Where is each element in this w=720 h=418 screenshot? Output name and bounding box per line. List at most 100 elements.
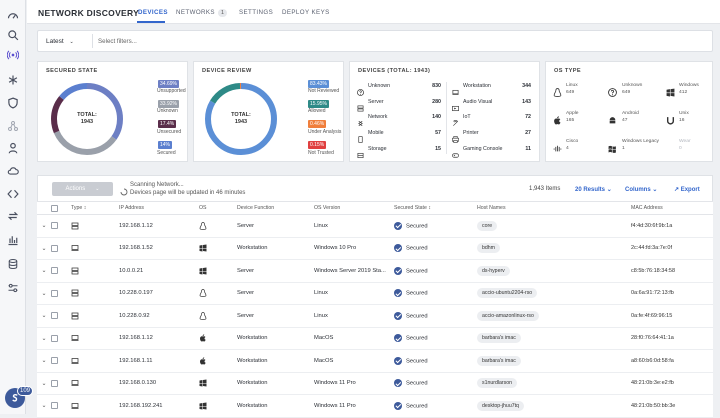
expand-row-toggle[interactable]: ⌄ <box>37 372 48 395</box>
host-name-pill[interactable]: barbara's imac <box>477 355 521 366</box>
table-row[interactable]: ⌄ 10.228.0.92 Server Linux Secured accio-amaz… <box>37 304 713 328</box>
checkbox[interactable] <box>51 244 58 252</box>
column-header-ip-address[interactable]: IP Address <box>116 201 196 215</box>
row-select[interactable] <box>48 304 68 328</box>
cell-device-function: Server <box>234 259 311 283</box>
row-select[interactable] <box>48 349 68 373</box>
chevron-down-icon[interactable]: ⌄ <box>40 380 48 387</box>
tab-settings[interactable]: SETTINGS <box>239 9 273 16</box>
host-name-pill[interactable]: core <box>477 220 498 231</box>
expand-row-toggle[interactable]: ⌄ <box>37 349 48 373</box>
column-header-secured-state[interactable]: Secured State ↕ <box>391 201 474 215</box>
expand-row-toggle[interactable]: ⌄ <box>37 327 48 350</box>
shield-icon[interactable] <box>5 95 21 111</box>
chevron-down-icon[interactable]: ⌄ <box>40 290 48 297</box>
column-header-os-version[interactable]: OS Version <box>311 201 391 215</box>
cloud-icon[interactable] <box>5 163 21 179</box>
column-header-host-names[interactable]: Host Names <box>474 201 628 215</box>
row-select[interactable] <box>48 372 68 395</box>
host-name-pill[interactable]: desktop-jhuu7tq <box>477 400 524 411</box>
host-name-pill[interactable]: bdhm <box>477 243 500 254</box>
expand-row-toggle[interactable]: ⌄ <box>37 282 48 305</box>
checkbox[interactable] <box>51 402 58 410</box>
results-per-page-dropdown[interactable]: 20 Results ⌄ <box>575 186 612 193</box>
workstation-icon <box>71 402 79 410</box>
filter-input[interactable]: Select filters... <box>98 38 137 45</box>
network-discovery-icon[interactable] <box>5 47 21 63</box>
column-header-type[interactable]: Type ↕ <box>68 201 116 215</box>
database-icon[interactable] <box>5 256 21 272</box>
row-select[interactable] <box>48 237 68 260</box>
bar-chart-icon[interactable] <box>5 232 21 248</box>
expand-row-toggle[interactable]: ⌄ <box>37 214 48 238</box>
column-header-os[interactable]: OS <box>196 201 234 215</box>
table-row[interactable]: ⌄ 192.168.1.12 Server Linux Secured core f4:4d… <box>37 214 713 238</box>
checkbox[interactable] <box>51 267 58 275</box>
row-select[interactable] <box>48 214 68 238</box>
legend-pct: 14% <box>158 141 173 149</box>
chevron-down-icon[interactable]: ⌄ <box>40 312 48 319</box>
host-name-pill[interactable]: barbara's imac <box>477 333 521 344</box>
user-icon[interactable] <box>5 140 21 156</box>
checkbox[interactable] <box>51 222 58 230</box>
table-row[interactable]: ⌄ 192.168.0.130 Workstation Windows 11 Pro S… <box>37 372 713 395</box>
search-icon[interactable] <box>5 27 21 43</box>
table-row[interactable]: ⌄ 192.168.1.12 Workstation MacOS Secured barb… <box>37 327 713 350</box>
cell-type <box>68 259 116 283</box>
table-row[interactable]: ⌄ 192.168.1.11 Workstation MacOS Secured barb… <box>37 349 713 373</box>
gauge-icon[interactable] <box>5 8 21 24</box>
chevron-down-icon[interactable]: ⌄ <box>40 267 48 274</box>
device-type-count: 15 <box>435 146 441 152</box>
secured-state-label: Secured <box>406 335 428 342</box>
chevron-down-icon[interactable]: ⌄ <box>40 402 48 409</box>
table-row[interactable]: ⌄ 10.0.0.21 Server Windows Server 2019 Sta.… <box>37 259 713 283</box>
select-all-checkbox[interactable] <box>48 201 68 215</box>
filter-bar: Latest ⌄ Select filters... <box>37 30 713 52</box>
tab-devices[interactable]: DEVICES <box>138 9 168 16</box>
checkbox[interactable] <box>51 379 58 387</box>
secured-check-icon <box>394 266 402 275</box>
unknown-os-icon <box>608 84 617 97</box>
checkbox[interactable] <box>51 357 58 365</box>
os-item: Windows Legacy 1 <box>622 138 659 152</box>
column-header-device-function[interactable]: Device Function <box>234 201 311 215</box>
actions-label: Actions <box>65 186 86 192</box>
sync-icon[interactable] <box>5 208 21 224</box>
checkbox[interactable] <box>51 312 58 320</box>
chevron-down-icon[interactable]: ⌄ <box>40 222 48 229</box>
host-name-pill[interactable]: accio-amazonlinux-rso <box>477 310 539 321</box>
expand-row-toggle[interactable]: ⌄ <box>37 304 48 328</box>
actions-button[interactable]: Actions ⌄ <box>52 182 113 196</box>
tab-deploy-keys[interactable]: DEPLOY KEYS <box>282 9 330 16</box>
checkbox[interactable] <box>51 289 58 297</box>
row-select[interactable] <box>48 259 68 283</box>
secured-check-icon <box>394 356 402 365</box>
tab-networks[interactable]: NETWORKS 1 <box>176 9 228 17</box>
scope-dropdown[interactable]: Latest ⌄ <box>46 38 74 45</box>
host-name-pill[interactable]: s1nurdlarson <box>477 378 517 389</box>
device-type-label: Storage <box>368 146 387 152</box>
row-select[interactable] <box>48 282 68 305</box>
checkbox[interactable] <box>51 334 58 342</box>
asterisk-icon[interactable] <box>5 72 21 88</box>
chevron-down-icon[interactable]: ⌄ <box>40 357 48 364</box>
column-header-mac-address[interactable]: MAC Address <box>628 201 713 215</box>
export-button[interactable]: ↗ Export <box>674 186 700 193</box>
code-icon[interactable] <box>5 186 21 202</box>
row-select[interactable] <box>48 327 68 350</box>
secured-check-icon <box>394 334 402 343</box>
sliders-icon[interactable] <box>5 280 21 296</box>
chevron-down-icon[interactable]: ⌄ <box>40 245 48 252</box>
server-icon <box>71 222 79 230</box>
checkbox[interactable] <box>51 204 58 212</box>
card-title: SECURED STATE <box>46 68 98 74</box>
expand-row-toggle[interactable]: ⌄ <box>37 259 48 283</box>
chevron-down-icon[interactable]: ⌄ <box>40 335 48 342</box>
columns-dropdown[interactable]: Columns ⌄ <box>625 186 657 193</box>
table-row[interactable]: ⌄ 10.228.0.197 Server Linux Secured accio-ubu… <box>37 282 713 305</box>
graph-icon[interactable] <box>5 118 21 134</box>
host-name-pill[interactable]: accio-ubuntu2204-rso <box>477 288 538 299</box>
expand-row-toggle[interactable]: ⌄ <box>37 237 48 260</box>
table-row[interactable]: ⌄ 192.168.1.52 Workstation Windows 10 Pro Se… <box>37 237 713 260</box>
host-name-pill[interactable]: ds-hyperv <box>477 265 510 276</box>
